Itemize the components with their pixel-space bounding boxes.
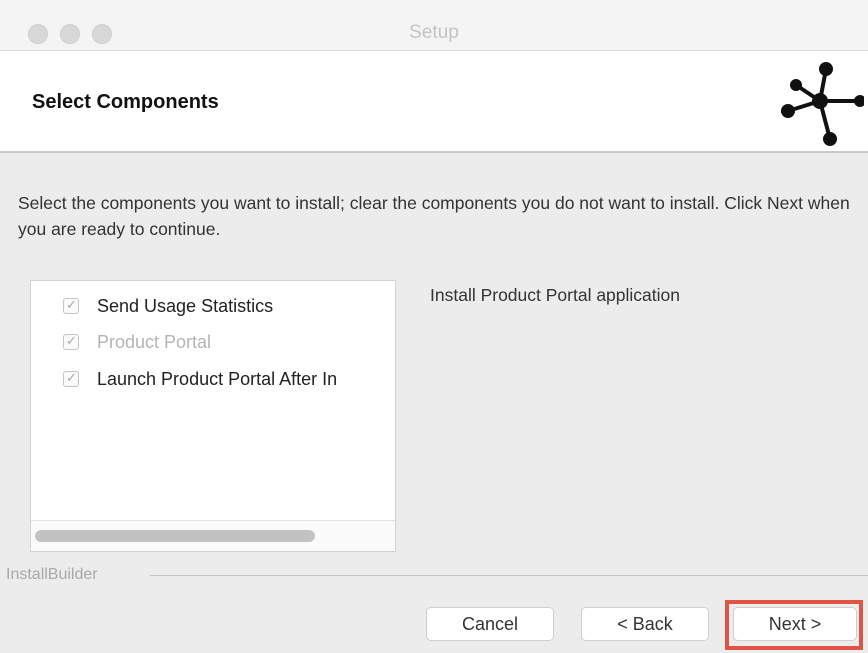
footer-divider	[150, 575, 868, 576]
brand-label: InstallBuilder	[6, 566, 104, 584]
page-header: Select Components	[0, 51, 868, 153]
window-title: Setup	[409, 22, 459, 43]
component-item-send-usage-statistics[interactable]: ✓ Send Usage Statistics	[63, 293, 273, 319]
component-item-launch-product-portal[interactable]: ✓ Launch Product Portal After In	[63, 366, 337, 392]
component-label: Launch Product Portal After In	[97, 368, 338, 389]
title-bar[interactable]: Setup	[0, 0, 868, 51]
instructions-text: Select the components you want to instal…	[18, 193, 850, 239]
checkmark-icon: ✓	[66, 370, 77, 385]
checkbox[interactable]: ✓	[63, 370, 79, 387]
component-description: Install Product Portal application	[430, 285, 680, 305]
component-item-product-portal: ✓ Product Portal	[63, 329, 211, 355]
page-title: Select Components	[32, 91, 219, 113]
horizontal-scrollbar[interactable]	[31, 520, 395, 551]
checkmark-icon: ✓	[66, 297, 77, 312]
setup-window: Setup Select Components Select the compo…	[0, 0, 868, 653]
checkmark-icon: ✓	[66, 333, 77, 348]
checkbox[interactable]: ✓	[63, 297, 79, 314]
next-button[interactable]: Next >	[733, 607, 857, 641]
component-label: Product Portal	[97, 331, 212, 352]
back-button[interactable]: < Back	[581, 607, 709, 641]
component-label: Send Usage Statistics	[97, 295, 274, 316]
cancel-button[interactable]: Cancel	[426, 607, 554, 641]
installbuilder-star-logo-icon	[781, 62, 864, 146]
checkbox: ✓	[63, 333, 79, 350]
components-list[interactable]: ✓ Send Usage Statistics ✓ Product Portal…	[30, 280, 396, 552]
scrollbar-thumb[interactable]	[35, 530, 315, 542]
